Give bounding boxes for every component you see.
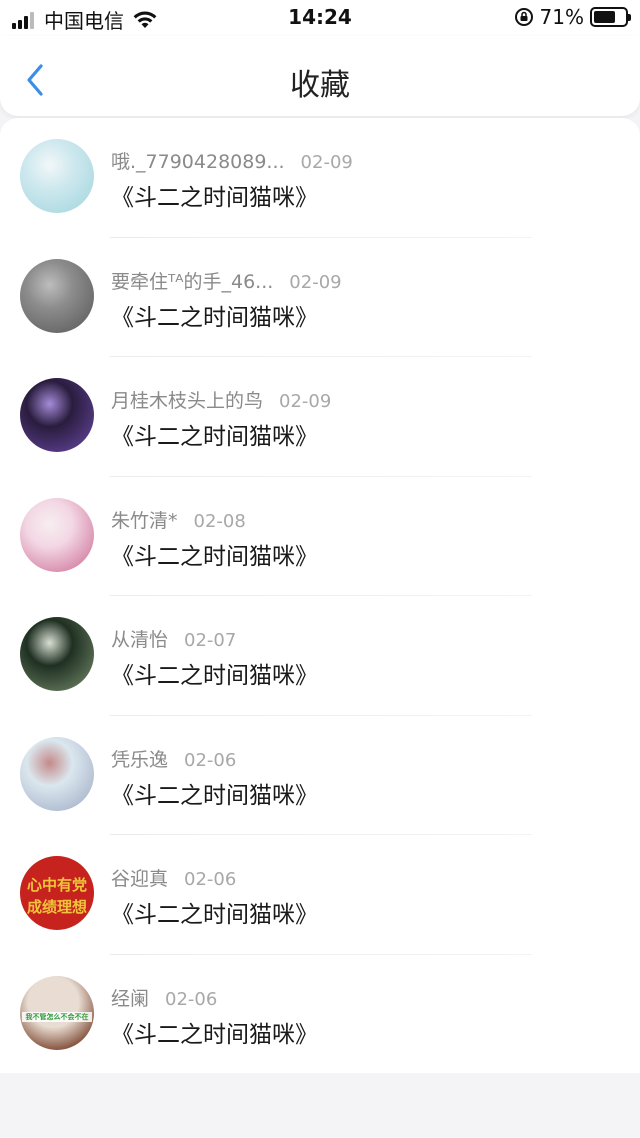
list-item[interactable]: 朱竹清* 02-08 《斗二之时间猫咪》: [0, 477, 640, 596]
date: 02-09: [289, 271, 342, 293]
nav-bar: 收藏: [0, 36, 640, 116]
status-bar: 中国电信 14:24 71%: [0, 0, 640, 36]
username[interactable]: 凭乐逸: [111, 745, 168, 772]
avatar[interactable]: [20, 378, 94, 452]
username[interactable]: 经阑: [111, 984, 149, 1011]
book-title[interactable]: 《斗二之时间猫咪》: [111, 178, 318, 212]
date: 02-09: [300, 152, 353, 173]
avatar[interactable]: 心中有党 成绩理想: [20, 856, 94, 930]
avatar-text: 成绩理想: [26, 898, 87, 916]
date: 02-08: [193, 510, 246, 532]
list-item[interactable]: 要牵住ᵀᴬ的手_46... 02-09 《斗二之时间猫咪》: [0, 238, 640, 357]
item-meta: 要牵住ᵀᴬ的手_46... 02-09: [111, 267, 342, 294]
list-item[interactable]: 凭乐逸 02-06 《斗二之时间猫咪》: [0, 716, 640, 835]
username[interactable]: 谷迎真: [111, 864, 168, 891]
favorites-list: 哦._7790428089... 02-09 《斗二之时间猫咪》 要牵住ᵀᴬ的手_46…: [0, 118, 640, 1074]
avatar[interactable]: [20, 258, 94, 333]
book-title[interactable]: 《斗二之时间猫咪》: [111, 537, 318, 571]
list-item[interactable]: 心中有党 成绩理想 谷迎真 02-06 《斗二之时间猫咪》: [0, 835, 640, 955]
username[interactable]: 朱竹清*: [111, 506, 178, 533]
page-title: 收藏: [290, 68, 350, 103]
book-title[interactable]: 《斗二之时间猫咪》: [111, 1015, 318, 1049]
item-meta: 月桂木枝头上的鸟 02-09: [111, 386, 331, 413]
status-right: 71%: [514, 5, 631, 29]
avatar[interactable]: [20, 736, 94, 811]
list-item[interactable]: 从清怡 02-07 《斗二之时间猫咪》: [0, 596, 640, 716]
battery-fill: [594, 11, 616, 23]
book-title[interactable]: 《斗二之时间猫咪》: [111, 776, 318, 810]
rotation-lock-icon: [514, 8, 533, 26]
avatar[interactable]: [20, 497, 94, 572]
list-item[interactable]: 我不管怎么不会不在 经阑 02-06 《斗二之时间猫咪》: [0, 955, 640, 1074]
battery-percent: 71%: [539, 5, 584, 29]
date: 02-06: [184, 749, 237, 771]
avatar-text: 我不管怎么不会不在: [22, 1011, 92, 1022]
item-meta: 哦._7790428089... 02-09: [111, 147, 353, 174]
list-item[interactable]: 哦._7790428089... 02-09 《斗二之时间猫咪》: [0, 118, 640, 238]
username[interactable]: 从清怡: [111, 625, 168, 652]
book-title[interactable]: 《斗二之时间猫咪》: [111, 656, 318, 690]
item-meta: 凭乐逸 02-06: [111, 745, 236, 772]
item-meta: 朱竹清* 02-08: [111, 506, 246, 533]
item-meta: 经阑 02-06: [111, 984, 217, 1011]
date: 02-09: [279, 391, 332, 412]
footer-area: [0, 1073, 640, 1138]
book-title[interactable]: 《斗二之时间猫咪》: [111, 895, 318, 929]
date: 02-07: [184, 630, 237, 651]
avatar[interactable]: 我不管怎么不会不在: [20, 975, 94, 1050]
avatar[interactable]: [20, 617, 94, 691]
list-item[interactable]: 月桂木枝头上的鸟 02-09 《斗二之时间猫咪》: [0, 357, 640, 477]
date: 02-06: [184, 869, 237, 890]
battery-icon: [590, 7, 631, 27]
item-meta: 谷迎真 02-06: [111, 864, 236, 891]
book-title[interactable]: 《斗二之时间猫咪》: [111, 417, 318, 451]
username[interactable]: 哦._7790428089...: [111, 147, 285, 174]
item-meta: 从清怡 02-07: [111, 625, 236, 652]
book-title[interactable]: 《斗二之时间猫咪》: [111, 298, 318, 332]
username[interactable]: 月桂木枝头上的鸟: [111, 386, 263, 413]
date: 02-06: [165, 988, 218, 1010]
username[interactable]: 要牵住ᵀᴬ的手_46...: [111, 267, 273, 294]
avatar-text: 心中有党: [26, 876, 87, 894]
avatar[interactable]: [20, 139, 94, 213]
